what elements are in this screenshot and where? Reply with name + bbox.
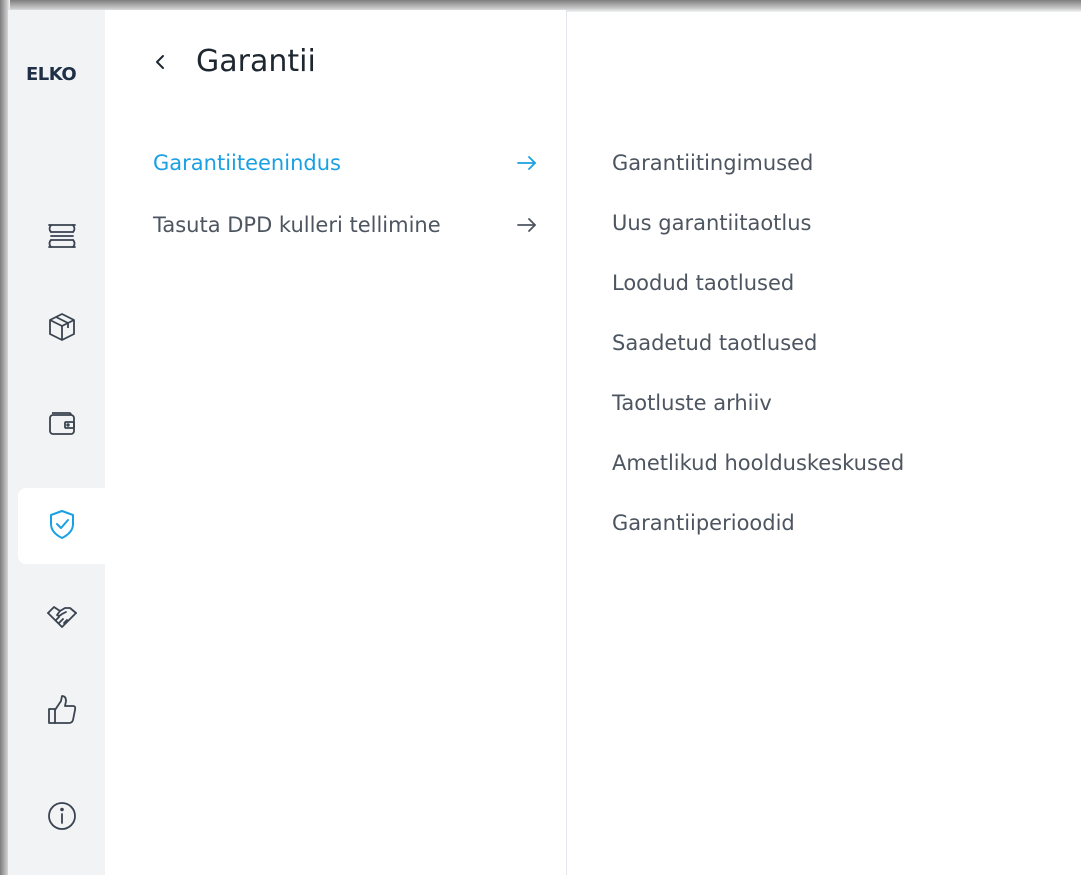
submenu-item-claims-archive[interactable]: Taotluste arhiiv [612, 385, 904, 420]
menu-item-label: Tasuta DPD kulleri tellimine [153, 212, 441, 237]
menu-item-dpd-courier[interactable]: Tasuta DPD kulleri tellimine [153, 207, 538, 242]
arrow-right-icon [517, 155, 536, 170]
submenu-item-created-claims[interactable]: Loodud taotlused [612, 265, 904, 300]
submenu-item-service-centers[interactable]: Ametlikud hoolduskeskused [612, 445, 904, 480]
logo-text: ELKO [26, 64, 77, 85]
package-icon [45, 309, 79, 347]
rail-item-catalog[interactable] [18, 200, 105, 276]
wallet-icon [45, 405, 79, 443]
thumbs-up-icon [45, 693, 79, 731]
menu-item-warranty-service[interactable]: Garantiiteenindus [153, 145, 538, 180]
rail-item-warranty[interactable] [18, 488, 105, 564]
icon-rail: ELKO [8, 10, 105, 875]
shield-check-icon [45, 507, 79, 545]
rail-item-partners[interactable] [18, 580, 105, 656]
back-button[interactable]: Garantii [150, 44, 316, 79]
page-title: Garantii [196, 44, 316, 79]
stack-icon [45, 219, 79, 257]
menu-item-label: Garantiiteenindus [153, 150, 341, 175]
warranty-menu: Garantiiteenindus Tasuta DPD kulleri tel… [153, 145, 538, 269]
submenu-item-warranty-terms[interactable]: Garantiitingimused [612, 145, 904, 180]
submenu-item-new-claim[interactable]: Uus garantiitaotlus [612, 205, 904, 240]
info-icon [45, 799, 79, 837]
rail-item-feedback[interactable] [18, 674, 105, 750]
arrow-right-icon [517, 217, 536, 232]
rail-item-finance[interactable] [18, 386, 105, 462]
rail-item-info[interactable] [18, 780, 105, 856]
rail-item-orders[interactable] [18, 290, 105, 366]
chevron-left-icon [156, 54, 164, 69]
elko-logo[interactable]: ELKO [26, 64, 77, 85]
submenu-item-warranty-periods[interactable]: Garantiiperioodid [612, 505, 904, 540]
handshake-icon [45, 599, 79, 637]
menu-panel [105, 10, 567, 875]
submenu-item-sent-claims[interactable]: Saadetud taotlused [612, 325, 904, 360]
warranty-submenu: Garantiitingimused Uus garantiitaotlus L… [612, 145, 904, 565]
